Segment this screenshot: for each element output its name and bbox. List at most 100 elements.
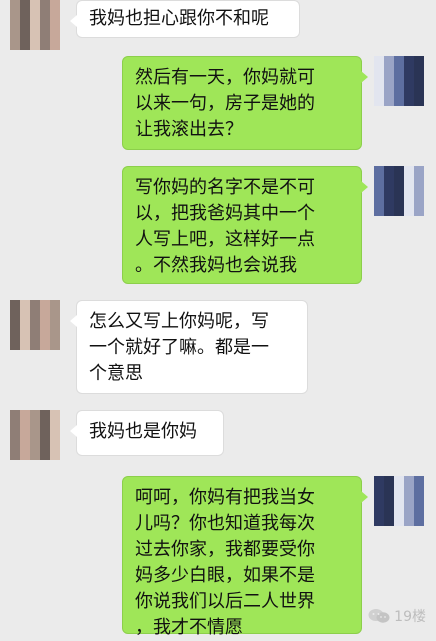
message-text: 。不然我妈也会说我 bbox=[135, 255, 297, 276]
avatar-pixel bbox=[20, 10, 30, 20]
wechat-icon bbox=[368, 609, 390, 623]
avatar-pixel bbox=[414, 486, 424, 496]
avatar-pixel bbox=[30, 10, 40, 20]
avatar-pixel bbox=[394, 66, 404, 76]
avatar-pixel bbox=[30, 20, 40, 30]
avatar-pixel bbox=[10, 420, 20, 430]
avatar-pixel bbox=[384, 66, 394, 76]
avatar-pixel bbox=[20, 340, 30, 350]
avatar-pixel bbox=[10, 10, 20, 20]
avatar-pixel bbox=[384, 506, 394, 516]
avatar-pixel bbox=[374, 96, 384, 106]
avatar-pixel bbox=[50, 450, 60, 460]
avatar-pixel bbox=[10, 450, 20, 460]
message-text: ，我才不情愿 bbox=[135, 617, 243, 638]
message-bubble-outgoing: 呵呵，你妈有把我当女 儿吗？你也知道我每次 过去你家，我都要受你 妈多少白眼，如… bbox=[122, 476, 368, 638]
avatar-pixel bbox=[414, 176, 424, 186]
avatar-pixel bbox=[40, 310, 50, 320]
avatar-self[interactable] bbox=[374, 476, 424, 526]
avatar-contact[interactable] bbox=[10, 300, 60, 350]
avatar-pixel bbox=[50, 430, 60, 440]
avatar-pixel bbox=[10, 310, 20, 320]
avatar-pixel bbox=[30, 0, 40, 10]
avatar-pixel bbox=[10, 440, 20, 450]
avatar-pixel bbox=[414, 66, 424, 76]
avatar-pixel bbox=[374, 186, 384, 196]
avatar-pixel bbox=[414, 506, 424, 516]
avatar-pixel bbox=[394, 76, 404, 86]
avatar-pixel bbox=[50, 40, 60, 50]
avatar-pixel bbox=[414, 206, 424, 216]
message-bubble-outgoing: 然后有一天，你妈就可 以来一句，房子是她的 让我滚出去？ bbox=[122, 56, 368, 150]
avatar-pixel bbox=[40, 450, 50, 460]
avatar-pixel bbox=[394, 206, 404, 216]
avatar-pixel bbox=[50, 340, 60, 350]
avatar-pixel bbox=[394, 186, 404, 196]
avatar-self[interactable] bbox=[374, 166, 424, 216]
message-text: 我妈也是你妈 bbox=[89, 421, 197, 442]
message-text: 过去你家，我都要受你 bbox=[135, 539, 315, 560]
avatar-pixel bbox=[30, 310, 40, 320]
avatar-pixel bbox=[20, 320, 30, 330]
avatar-pixel bbox=[20, 410, 30, 420]
avatar-pixel bbox=[404, 56, 414, 66]
avatar-pixel bbox=[50, 20, 60, 30]
avatar-pixel bbox=[40, 10, 50, 20]
avatar-pixel bbox=[30, 420, 40, 430]
avatar-pixel bbox=[374, 66, 384, 76]
avatar-pixel bbox=[404, 186, 414, 196]
avatar-pixel bbox=[404, 66, 414, 76]
avatar-pixel bbox=[40, 20, 50, 30]
avatar-contact[interactable] bbox=[10, 410, 60, 460]
avatar-pixel bbox=[414, 516, 424, 526]
avatar-pixel bbox=[394, 476, 404, 486]
avatar-pixel bbox=[404, 506, 414, 516]
avatar-pixel bbox=[404, 496, 414, 506]
avatar-pixel bbox=[404, 176, 414, 186]
message-text: 你说我们以后二人世界 bbox=[135, 591, 315, 612]
avatar-pixel bbox=[30, 30, 40, 40]
avatar-pixel bbox=[20, 20, 30, 30]
avatar-self[interactable] bbox=[374, 56, 424, 106]
avatar-pixel bbox=[10, 40, 20, 50]
avatar-pixel bbox=[374, 486, 384, 496]
message-text: 然后有一天，你妈就可 bbox=[135, 67, 315, 88]
avatar-pixel bbox=[40, 410, 50, 420]
avatar-pixel bbox=[384, 56, 394, 66]
avatar-pixel bbox=[10, 30, 20, 40]
avatar-pixel bbox=[30, 300, 40, 310]
avatar-pixel bbox=[374, 176, 384, 186]
message-text: 儿吗？你也知道我每次 bbox=[135, 513, 315, 534]
avatar-pixel bbox=[10, 410, 20, 420]
chat-area: 我妈也担心跟你不和呢 然后有一天，你妈就可 以来一句，房子是她的 让我滚出去？ … bbox=[0, 0, 436, 638]
avatar-pixel bbox=[30, 340, 40, 350]
avatar-pixel bbox=[404, 86, 414, 96]
avatar-pixel bbox=[40, 440, 50, 450]
message-text: 妈多少白眼，如果不是 bbox=[135, 565, 315, 586]
avatar-pixel bbox=[404, 516, 414, 526]
avatar-pixel bbox=[10, 0, 20, 10]
avatar-pixel bbox=[414, 196, 424, 206]
avatar-pixel bbox=[374, 86, 384, 96]
avatar-pixel bbox=[30, 320, 40, 330]
avatar-pixel bbox=[394, 176, 404, 186]
avatar-pixel bbox=[404, 486, 414, 496]
avatar-pixel bbox=[30, 410, 40, 420]
avatar-pixel bbox=[10, 20, 20, 30]
avatar-contact[interactable] bbox=[10, 0, 60, 50]
message-text: 人写上吧，这样好一点 bbox=[135, 229, 315, 250]
avatar-pixel bbox=[20, 310, 30, 320]
avatar-pixel bbox=[50, 410, 60, 420]
avatar-pixel bbox=[10, 300, 20, 310]
avatar-pixel bbox=[40, 40, 50, 50]
avatar-pixel bbox=[40, 430, 50, 440]
avatar-pixel bbox=[384, 476, 394, 486]
avatar-pixel bbox=[414, 496, 424, 506]
avatar-pixel bbox=[50, 300, 60, 310]
avatar-pixel bbox=[30, 440, 40, 450]
avatar-pixel bbox=[20, 420, 30, 430]
avatar-pixel bbox=[404, 76, 414, 86]
avatar-pixel bbox=[384, 196, 394, 206]
avatar-pixel bbox=[10, 430, 20, 440]
avatar-pixel bbox=[50, 10, 60, 20]
